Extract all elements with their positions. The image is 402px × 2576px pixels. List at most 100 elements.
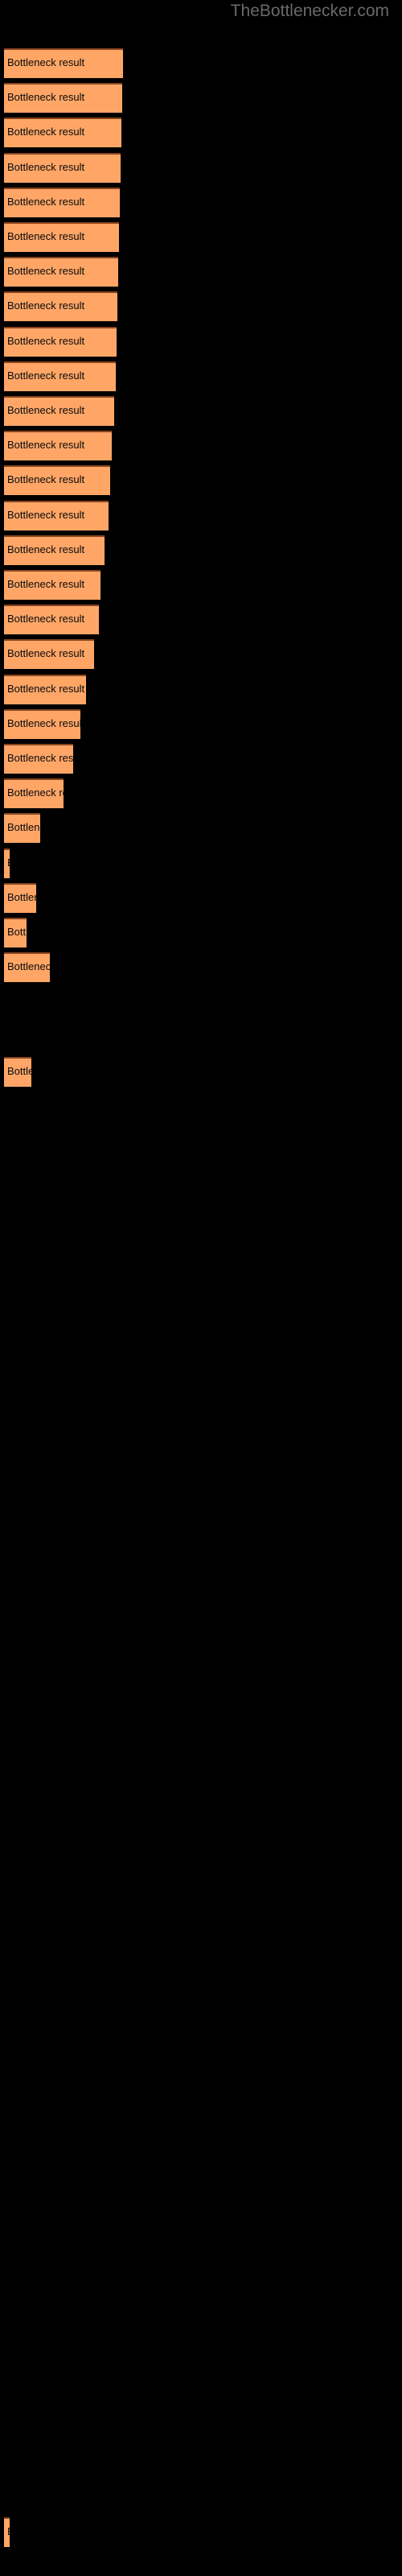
bar-label: Bottleneck result [7, 2525, 10, 2538]
bar-row [0, 1752, 402, 1782]
bar-label: Bottleneck result [7, 439, 85, 452]
bar: Bottleneck result [4, 187, 120, 217]
bar: Bottleneck result [4, 118, 121, 148]
bar-row [0, 1161, 402, 1191]
bar-row [0, 2448, 402, 2478]
bar: Bottleneck result [4, 152, 121, 183]
bar-row [0, 1544, 402, 1574]
bar: Bottleneck result [4, 639, 94, 670]
bar-label: Bottleneck result [7, 578, 85, 590]
bar-label: Bottleneck result [7, 1064, 31, 1077]
bar-label: Bottleneck result [7, 334, 85, 347]
bar: Bottleneck result [4, 500, 109, 530]
bar: Bottleneck result [4, 83, 122, 114]
bar-row [0, 1613, 402, 1643]
bar-row: Bottleneck result [0, 187, 402, 217]
bar: Bottleneck result [4, 2517, 10, 2548]
bar: Bottleneck result [4, 813, 40, 844]
bar-row: Bottleneck result [0, 396, 402, 426]
bar-row [0, 2030, 402, 2060]
bar-label: Bottleneck result [7, 369, 85, 382]
bar-label: Bottleneck result [7, 508, 85, 521]
bar-row [0, 1579, 402, 1608]
bar: Bottleneck result [4, 535, 105, 565]
bar-row: Bottleneck result [0, 431, 402, 461]
bar-label: Bottleneck result [7, 613, 85, 625]
bar-row: Bottleneck result [0, 639, 402, 670]
bar-row [0, 2100, 402, 2130]
bar: Bottleneck result [4, 952, 50, 983]
bar-row [0, 1300, 402, 1330]
bar-row: Bottleneck result [0, 744, 402, 774]
bar: Bottleneck result [4, 222, 119, 252]
bar-label: Bottleneck result [7, 160, 85, 173]
bar-row: Bottleneck result [0, 570, 402, 600]
bar: Bottleneck result [4, 396, 114, 426]
bar-row [0, 2240, 402, 2269]
bar: Bottleneck result [4, 744, 73, 774]
bar-label: Bottleneck result [7, 682, 85, 695]
bar-row: Bottleneck result [0, 257, 402, 287]
bar-row: Bottleneck result [0, 848, 402, 878]
bar-row [0, 2066, 402, 2095]
bar-row [0, 1439, 402, 1469]
bar-row: Bottleneck result [0, 674, 402, 704]
bar-label: Bottleneck result [7, 404, 85, 416]
bar-row [0, 2309, 402, 2339]
bar: Bottleneck result [4, 1056, 31, 1087]
bar-row [0, 1648, 402, 1678]
bar-label: Bottleneck result [7, 230, 85, 242]
bar-row: Bottleneck result [0, 500, 402, 530]
bar-label: Bottleneck result [7, 752, 73, 764]
bar-row: Bottleneck result [0, 118, 402, 148]
bar-row [0, 1682, 402, 1712]
bar-label: Bottleneck result [7, 56, 85, 68]
bar: Bottleneck result [4, 291, 117, 322]
bar-row [0, 1370, 402, 1400]
bar: Bottleneck result [4, 465, 110, 496]
bar: Bottleneck result [4, 431, 112, 461]
bar-row: Bottleneck result [0, 605, 402, 635]
bar-row [0, 1926, 402, 1956]
bar-row [0, 1022, 402, 1052]
bar-row [0, 2274, 402, 2304]
bar-label: Bottleneck result [7, 473, 85, 486]
bar-label: Bottleneck result [7, 647, 85, 660]
bar: Bottleneck result [4, 674, 86, 704]
bar: Bottleneck result [4, 778, 64, 809]
site-watermark: TheBottlenecker.com [230, 2, 389, 20]
bar-row [0, 2135, 402, 2165]
bar-row [0, 1335, 402, 1364]
bar-row [0, 1231, 402, 1261]
bar-row: Bottleneck result [0, 152, 402, 183]
bar-row [0, 1787, 402, 1817]
bar-label: Bottleneck result [7, 195, 85, 208]
bar-row [0, 1718, 402, 1748]
bar-row: Bottleneck result [0, 778, 402, 809]
bar-row [0, 2343, 402, 2373]
bar-label: Bottleneck result [7, 890, 36, 903]
bar-row [0, 987, 402, 1017]
bar-row [0, 2204, 402, 2234]
bar-row: Bottleneck result [0, 361, 402, 391]
bar: Bottleneck result [4, 361, 116, 391]
bar: Bottleneck result [4, 605, 99, 635]
bar: Bottleneck result [4, 848, 10, 878]
bar-row: Bottleneck result [0, 918, 402, 947]
bar-label: Bottleneck result [7, 543, 85, 555]
bar-label: Bottleneck result [7, 786, 64, 799]
bar-row: Bottleneck result [0, 813, 402, 844]
bar: Bottleneck result [4, 257, 118, 287]
bar-row [0, 1892, 402, 1922]
bar-row: Bottleneck result [0, 465, 402, 496]
bar-row [0, 1474, 402, 1504]
bar-row [0, 1509, 402, 1538]
bar-row: Bottleneck result [0, 48, 402, 78]
bar-row: Bottleneck result [0, 2517, 402, 2548]
bar-label: Bottleneck result [7, 716, 80, 729]
bar-row: Bottleneck result [0, 952, 402, 983]
bar-row: Bottleneck result [0, 882, 402, 913]
bar: Bottleneck result [4, 708, 80, 739]
bar: Bottleneck result [4, 882, 36, 913]
bar-row: Bottleneck result [0, 222, 402, 252]
